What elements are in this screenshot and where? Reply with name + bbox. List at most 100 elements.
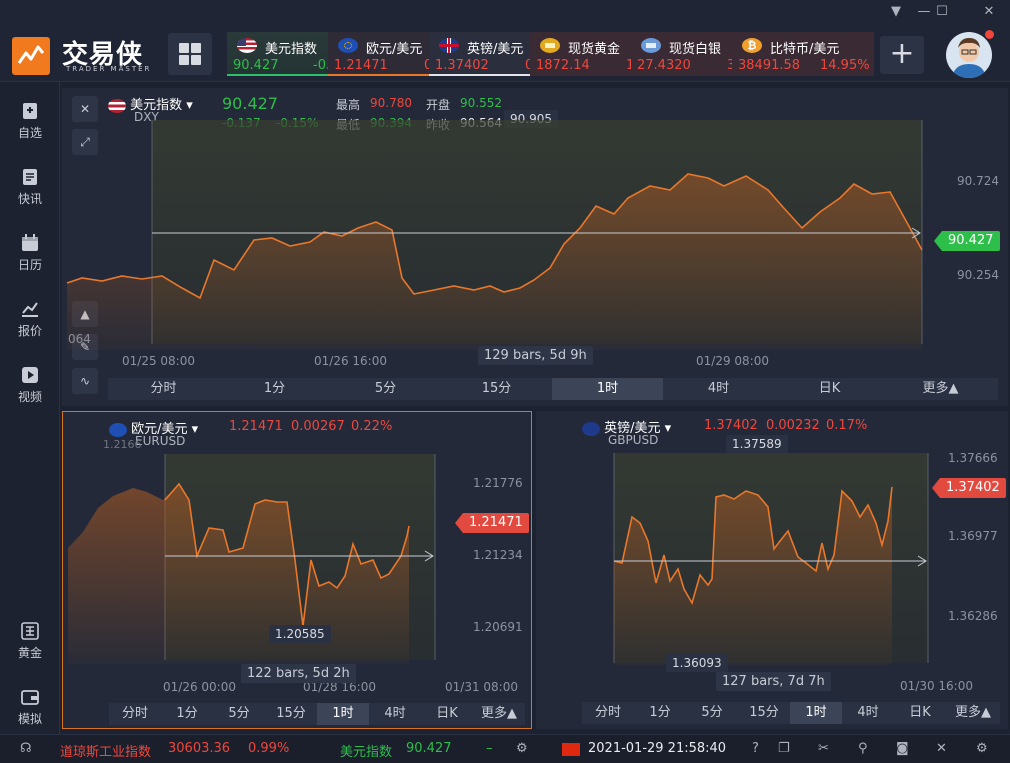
grid-cell-icon (179, 55, 189, 65)
y-axis-label: 90.254 (957, 268, 999, 282)
tf-more[interactable]: 更多▲ (885, 378, 996, 400)
us-flag-icon (108, 98, 126, 113)
y-axis-label: 1.36286 (948, 609, 998, 623)
video-icon (22, 367, 38, 383)
tf-1d[interactable]: 日K (894, 702, 946, 724)
ticker-price: 1.37402 (435, 58, 489, 73)
wallet-icon (21, 690, 39, 705)
price-change: 0.00232 (766, 418, 820, 433)
tf-15m[interactable]: 15分 (265, 703, 317, 725)
link-settings-icon[interactable]: ⚙ (516, 741, 528, 756)
low-marker-tag: 1.20585 (269, 625, 331, 643)
status-datetime: 2021-01-29 21:58:40 (588, 741, 727, 756)
current-price-tag: 1.37402 (932, 478, 1006, 498)
ticker-gbpusd[interactable]: 英镑/美元 1.37402 0 (429, 32, 531, 76)
status-index-value: 90.427 (406, 741, 452, 756)
timeframe-bar: 分时 1分 5分 15分 1时 4时 日K 更多▲ (109, 703, 525, 725)
ticker-name: 欧元/美元 (366, 42, 423, 57)
nav-item-video[interactable]: 视频 (0, 358, 60, 410)
nav-item-quotes[interactable]: 报价 (0, 292, 60, 344)
tf-5m[interactable]: 5分 (686, 702, 738, 724)
tf-tick[interactable]: 分时 (109, 703, 161, 725)
y-axis-label: 1.21234 (473, 548, 523, 562)
tf-5m[interactable]: 5分 (213, 703, 265, 725)
nav-item-news[interactable]: 快讯 (0, 160, 60, 212)
tf-4h[interactable]: 4时 (369, 703, 421, 725)
tf-1h[interactable]: 1时 (790, 702, 842, 724)
current-price: 1.37402 (704, 418, 758, 433)
app-window: ▼ — ☐ ✕ 交易侠 TRADER MASTER 美元指数 90.427 -0… (0, 0, 1010, 763)
nav-label: 自选 (17, 126, 42, 140)
us-flag-icon (237, 38, 257, 53)
ticker-price: 27.4320 (637, 58, 691, 73)
indicator-icon[interactable]: ∿ (72, 368, 98, 394)
tf-5m[interactable]: 5分 (330, 378, 441, 400)
price-change: 0.00267 (291, 419, 345, 434)
nav-item-gold[interactable]: 黄金 (0, 614, 60, 666)
tf-15m[interactable]: 15分 (441, 378, 552, 400)
tf-4h[interactable]: 4时 (842, 702, 894, 724)
symbol-code: EURUSD (135, 434, 186, 448)
silver-icon (641, 38, 661, 53)
tf-tick[interactable]: 分时 (108, 378, 219, 400)
uk-flag-icon (582, 421, 600, 436)
camera-icon[interactable]: ◙ (896, 741, 909, 756)
tf-1h[interactable]: 1时 (552, 378, 663, 400)
tf-15m[interactable]: 15分 (738, 702, 790, 724)
add-ticker-button[interactable]: + (880, 36, 924, 74)
current-price: 90.427 (222, 94, 278, 113)
menu-dropdown-icon[interactable]: ▼ (886, 4, 906, 20)
ticker-price: 1.21471 (334, 58, 388, 73)
open-label: 开盘 (426, 98, 451, 112)
nav-item-simulate[interactable]: 模拟 (0, 680, 60, 732)
ticker-gold[interactable]: 现货黄金 1872.14 1 (530, 32, 632, 76)
bars-count-label: 127 bars, 7d 7h (716, 672, 831, 691)
tf-tick[interactable]: 分时 (582, 702, 634, 724)
help-icon[interactable]: ? (752, 741, 759, 756)
x-axis-label: 01/31 08:00 (445, 680, 518, 694)
ticker-price: 38491.58 (738, 58, 801, 73)
bitcoin-icon: ₿ (742, 38, 762, 53)
tf-1m[interactable]: 1分 (161, 703, 213, 725)
tf-1m[interactable]: 1分 (634, 702, 686, 724)
nav-label: 报价 (17, 324, 42, 338)
ticker-eurusd[interactable]: 欧元/美元 1.21471 0 (328, 32, 430, 76)
gold-icon (540, 38, 560, 53)
headset-icon[interactable]: ☊ (20, 741, 32, 756)
tf-1d[interactable]: 日K (774, 378, 885, 400)
maximize-button[interactable]: ☐ (932, 4, 952, 20)
nav-item-calendar[interactable]: 日历 (0, 226, 60, 278)
nav-label: 黄金 (17, 646, 42, 660)
tf-1h[interactable]: 1时 (317, 703, 369, 725)
bookmark-icon (23, 103, 37, 119)
ticker-btcusd[interactable]: ₿ 比特币/美元 38491.58 14.95% (732, 32, 874, 76)
tools-icon[interactable]: ✂ (818, 741, 829, 756)
status-index-name: 美元指数 (340, 745, 393, 760)
timeframe-bar: 分时 1分 5分 15分 1时 4时 日K 更多▲ (108, 378, 998, 400)
tf-1m[interactable]: 1分 (219, 378, 330, 400)
tf-4h[interactable]: 4时 (663, 378, 774, 400)
layout-grid-button[interactable] (168, 33, 212, 75)
settings-gear-icon[interactable]: ⚙ (976, 741, 988, 756)
bars-count-label: 129 bars, 5d 9h (478, 346, 593, 365)
tf-1d[interactable]: 日K (421, 703, 473, 725)
ticker-dxy[interactable]: 美元指数 90.427 -0.137 (227, 32, 329, 76)
x-axis-label: 01/30 16:00 (900, 679, 973, 693)
pin-icon[interactable]: ⚲ (858, 741, 868, 756)
window-stack-icon[interactable]: ❐ (778, 741, 790, 756)
y-axis-label: 1.20691 (473, 620, 523, 634)
ticker-silver[interactable]: 现货白银 27.4320 3 (631, 32, 733, 76)
user-avatar[interactable] (946, 32, 992, 78)
minimize-button[interactable]: — (914, 4, 934, 20)
grid-cell-icon (179, 43, 189, 53)
tf-more[interactable]: 更多▲ (946, 702, 1000, 724)
close-button[interactable]: ✕ (979, 4, 999, 20)
status-index-name: 道琼斯工业指数 (60, 745, 152, 760)
tf-more[interactable]: 更多▲ (473, 703, 525, 725)
mute-icon[interactable]: ✕ (936, 741, 947, 756)
dxy-line-chart[interactable] (62, 118, 1008, 350)
high-label: 最高 (336, 98, 361, 112)
nav-item-watchlist[interactable]: 自选 (0, 94, 60, 146)
current-price: 1.21471 (229, 419, 283, 434)
quote-chart-icon (22, 302, 38, 317)
